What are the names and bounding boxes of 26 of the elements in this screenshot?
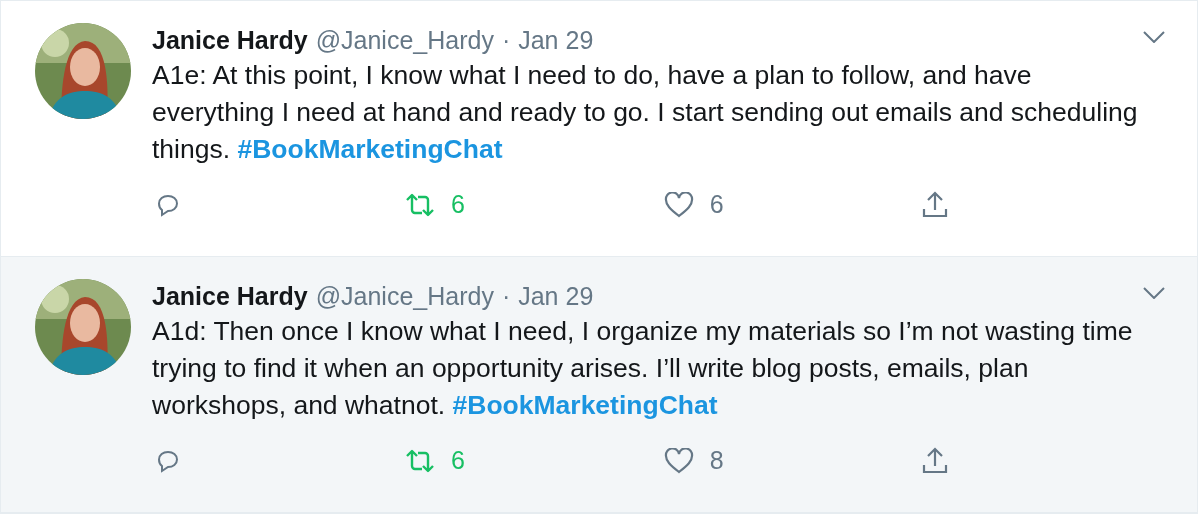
retweet-icon[interactable] xyxy=(405,192,436,217)
author-name[interactable]: Janice Hardy xyxy=(152,281,308,311)
like-count: 6 xyxy=(709,190,724,219)
hashtag-link[interactable]: #BookMarketingChat xyxy=(452,390,718,420)
hashtag-link[interactable]: #BookMarketingChat xyxy=(237,134,503,164)
tweet-date[interactable]: Jan 29 xyxy=(518,281,594,311)
share-icon[interactable] xyxy=(922,446,949,475)
author-handle[interactable]: @Janice_Hardy xyxy=(315,25,494,55)
tweet-text: A1d: Then once I know what I need, I organize my materials so I’m not wasting time trying to find it when an opportunity arises. I’ll write blog posts, emails, plan workshops, and whatnot. #BookMarketingChat xyxy=(152,315,1134,422)
retweet-count: 6 xyxy=(451,190,465,219)
heart-icon[interactable] xyxy=(663,447,694,474)
tweet-date[interactable]: Jan 29 xyxy=(518,25,594,55)
author-name[interactable]: Janice Hardy xyxy=(152,25,308,55)
share-icon[interactable] xyxy=(922,190,949,219)
chevron-down-icon[interactable] xyxy=(1143,287,1165,299)
heart-icon[interactable] xyxy=(663,191,694,218)
author-handle[interactable]: @Janice_Hardy xyxy=(315,281,494,311)
like-count: 8 xyxy=(709,446,724,475)
reply-icon[interactable] xyxy=(156,192,180,217)
separator: · xyxy=(501,25,511,55)
chevron-down-icon[interactable] xyxy=(1143,31,1165,43)
retweet-count: 6 xyxy=(451,446,465,475)
separator: · xyxy=(501,281,511,311)
retweet-icon[interactable] xyxy=(405,448,436,473)
tweet-text: A1e: At this point, I know what I need to do, have a plan to follow, and have everything I need at hand and ready to go. I start sending out emails and scheduling things. #BookMarketingChat xyxy=(152,59,1139,166)
reply-icon[interactable] xyxy=(156,448,180,473)
